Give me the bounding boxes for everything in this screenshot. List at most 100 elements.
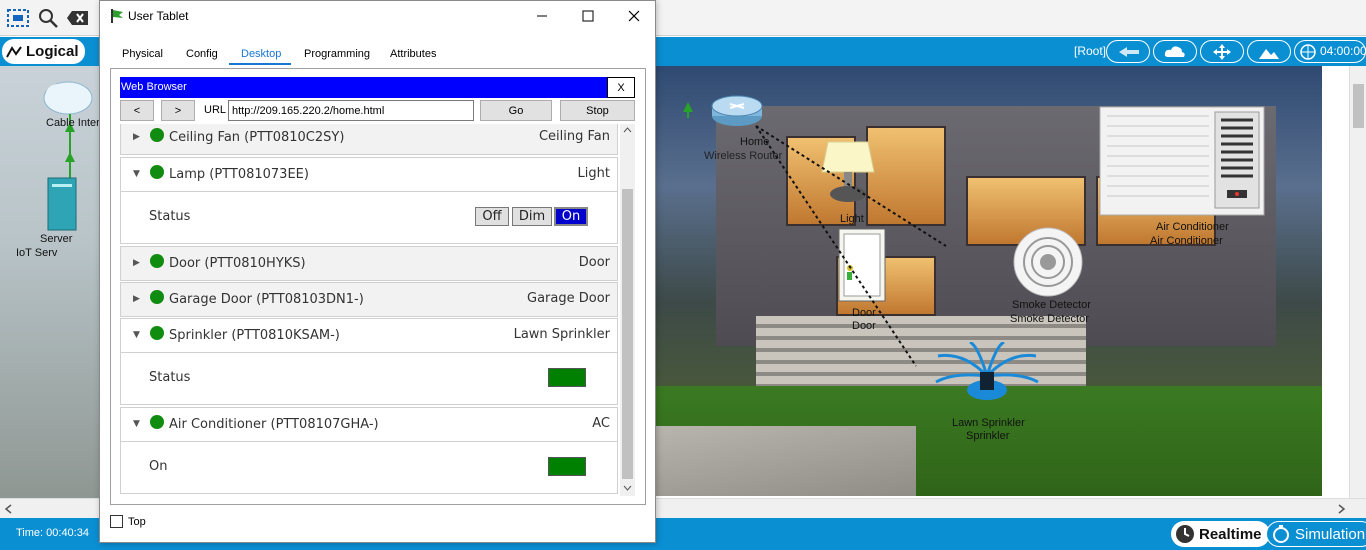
logical-label: Logical [26, 43, 79, 60]
device-header[interactable]: ▼ Sprinkler (PTT0810KSAM-) Lawn Sprinkle… [121, 319, 617, 352]
top-checkbox[interactable] [110, 515, 123, 528]
window-title: User Tablet [128, 9, 189, 23]
set-background-button[interactable] [1247, 40, 1291, 63]
chevron-right-icon[interactable]: ▶ [133, 132, 140, 142]
select-icon[interactable] [6, 6, 30, 30]
new-cluster-button[interactable] [1153, 40, 1197, 63]
device-header[interactable]: ▶ Ceiling Fan (PTT0810C2SY) Ceiling Fan [121, 124, 617, 154]
device-header[interactable]: ▶ Garage Door (PTT08103DN1-) Garage Door [121, 283, 617, 316]
realtime-label: Realtime [1199, 525, 1262, 543]
scroll-down-icon[interactable] [623, 485, 632, 491]
chevron-right-icon[interactable]: ▶ [133, 294, 140, 304]
device-row-sprinkler[interactable]: ▼ Sprinkler (PTT0810KSAM-) Lawn Sprinkle… [120, 318, 618, 405]
maximize-icon [582, 10, 594, 22]
device-type: Light [577, 166, 610, 181]
scroll-up-icon[interactable] [623, 127, 632, 133]
stop-button[interactable]: Stop [560, 100, 635, 121]
workspace-vertical-thumb[interactable] [1353, 84, 1364, 128]
root-breadcrumb[interactable]: [Root] [1074, 44, 1106, 58]
page-vertical-scrollbar[interactable] [620, 124, 635, 496]
tab-strip: Physical Config Desktop Programming Attr… [110, 43, 650, 65]
status-label: Status [149, 209, 191, 224]
lamp-on-button[interactable]: On [554, 207, 588, 226]
url-input[interactable] [228, 100, 474, 121]
desktop-panel: Web Browser X < > URL Go Stop ▶ Ceiling … [110, 68, 646, 505]
server-icon[interactable] [47, 177, 77, 231]
user-tablet-window: User Tablet Physical Config Desktop Prog… [99, 0, 656, 543]
scroll-left-icon[interactable] [4, 504, 12, 514]
logical-view-button[interactable]: Logical [2, 39, 85, 64]
cloud-icon[interactable] [43, 81, 93, 115]
tab-programming[interactable]: Programming [304, 43, 370, 65]
server-sublabel: IoT Serv [16, 247, 58, 259]
device-type: AC [592, 416, 610, 431]
device-name: Lamp (PTT081073EE) [169, 167, 309, 182]
device-row-air-conditioner[interactable]: ▼ Air Conditioner (PTT08107GHA-) AC On [120, 407, 618, 494]
back-level-button[interactable] [1106, 40, 1150, 63]
close-icon [628, 10, 640, 22]
server-label: Server [40, 233, 73, 245]
tab-config[interactable]: Config [186, 43, 218, 65]
device-row-door[interactable]: ▶ Door (PTT0810HYKS) Door [120, 246, 618, 281]
tab-attributes[interactable]: Attributes [390, 43, 436, 65]
browser-titlebar: Web Browser [120, 77, 607, 98]
chevron-down-icon[interactable]: ▼ [133, 330, 140, 340]
device-row-lamp[interactable]: ▼ Lamp (PTT081073EE) Light Status Off Di… [120, 157, 618, 244]
clock-icon [1176, 525, 1194, 543]
device-name: Sprinkler (PTT0810KSAM-) [169, 328, 340, 343]
lamp-off-button[interactable]: Off [475, 207, 509, 226]
status-dot-icon [150, 254, 164, 268]
tab-desktop[interactable]: Desktop [241, 43, 281, 65]
device-type: Ceiling Fan [538, 129, 610, 144]
scroll-right-icon[interactable] [1338, 504, 1346, 514]
house-background-scene[interactable]: Home Wireless Router Light Air Condition… [656, 66, 1322, 496]
minimize-button[interactable] [519, 1, 565, 31]
wireless-links [683, 102, 947, 367]
device-header[interactable]: ▶ Door (PTT0810HYKS) Door [121, 247, 617, 280]
window-titlebar[interactable]: User Tablet [100, 1, 655, 31]
device-header[interactable]: ▼ Air Conditioner (PTT08107GHA-) AC [121, 408, 617, 441]
device-row-garage-door[interactable]: ▶ Garage Door (PTT08103DN1-) Garage Door [120, 282, 618, 317]
close-button[interactable] [611, 1, 657, 31]
chevron-right-icon[interactable]: ▶ [133, 258, 140, 268]
simulation-mode-button[interactable]: Simulation [1266, 521, 1366, 547]
chevron-down-icon[interactable]: ▼ [133, 419, 140, 429]
inspect-icon[interactable] [36, 6, 60, 30]
minimize-icon [537, 15, 547, 17]
stopwatch-icon [1273, 525, 1289, 543]
url-label: URL [204, 104, 227, 116]
simulation-time: Time: 00:40:34 [16, 527, 89, 539]
device-name: Garage Door (PTT08103DN1-) [169, 292, 364, 307]
delete-icon[interactable] [66, 6, 90, 30]
environment-clock: 04:00:00 [1320, 44, 1366, 58]
realtime-mode-button[interactable]: Realtime [1171, 521, 1270, 547]
device-type: Garage Door [527, 291, 610, 306]
page-scroll-thumb[interactable] [622, 189, 633, 479]
tab-physical[interactable]: Physical [122, 43, 163, 65]
lamp-dim-button[interactable]: Dim [512, 207, 552, 226]
status-dot-icon [150, 326, 164, 340]
top-checkbox-label: Top [128, 516, 146, 528]
browser-close-button[interactable]: X [607, 77, 635, 98]
maximize-button[interactable] [565, 1, 611, 31]
back-arrow-icon [1119, 46, 1139, 57]
status-dot-icon [150, 290, 164, 304]
go-button[interactable]: Go [480, 100, 552, 121]
forward-button[interactable]: > [161, 100, 195, 121]
back-button[interactable]: < [120, 100, 154, 121]
device-header[interactable]: ▼ Lamp (PTT081073EE) Light [121, 158, 617, 191]
device-type: Door [578, 255, 610, 270]
on-label: On [149, 459, 168, 474]
workspace-vertical-scrollbar[interactable] [1349, 66, 1366, 498]
active-tab-indicator [229, 63, 291, 65]
chevron-down-icon[interactable]: ▼ [133, 169, 140, 179]
logical-workspace[interactable]: Cable Inter Server IoT Serv [0, 66, 100, 498]
move-object-button[interactable] [1200, 40, 1244, 63]
logical-icon [6, 45, 22, 57]
device-body: Status Off Dim On [121, 191, 617, 243]
globe-icon [1300, 43, 1316, 60]
device-row-ceiling-fan[interactable]: ▶ Ceiling Fan (PTT0810C2SY) Ceiling Fan [120, 124, 618, 155]
cloud-label: Cable Inter [46, 117, 100, 129]
status-label: Status [149, 370, 191, 385]
device-body: Status [121, 352, 617, 404]
